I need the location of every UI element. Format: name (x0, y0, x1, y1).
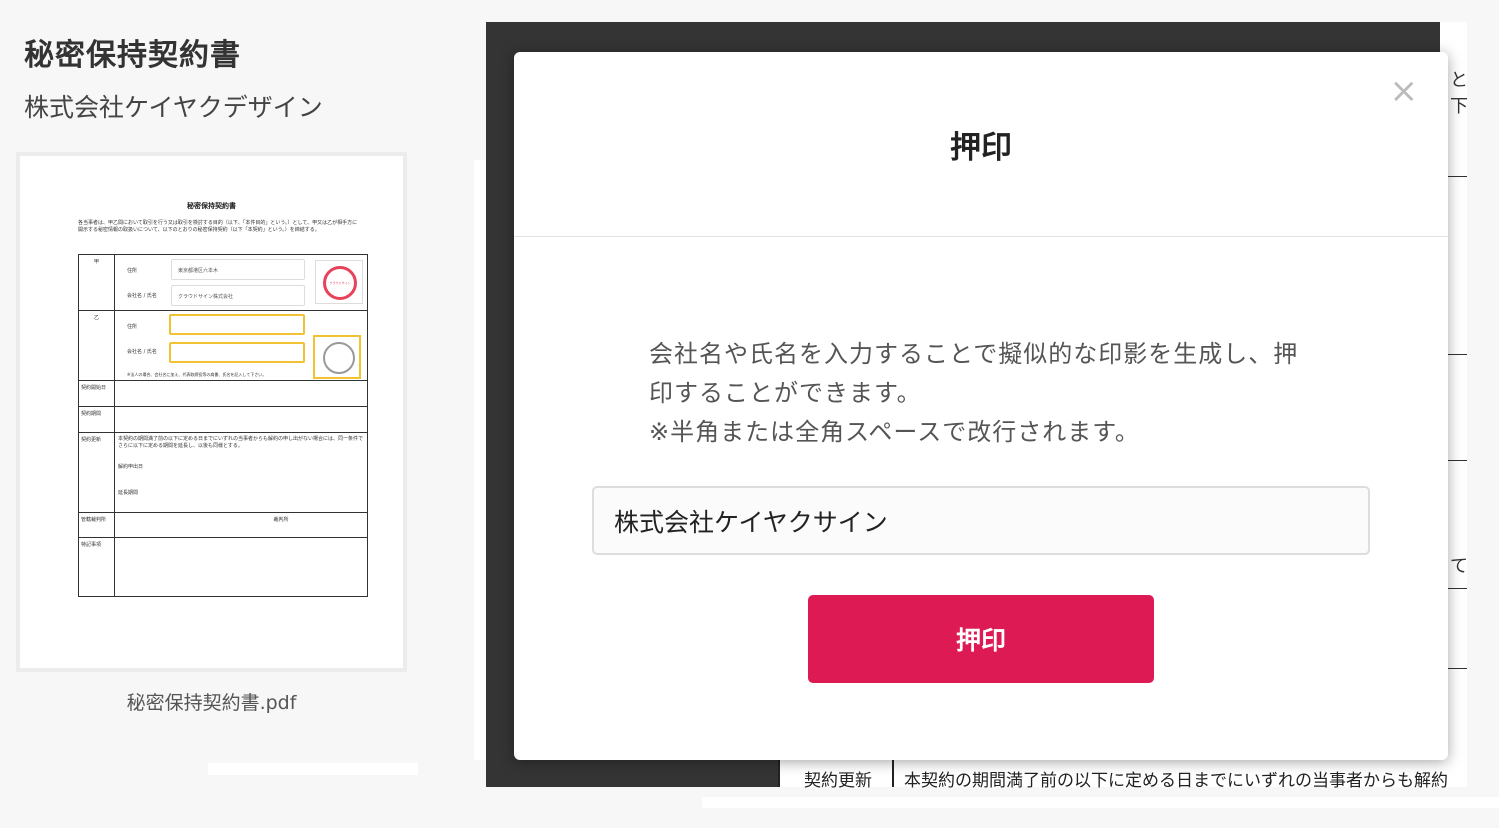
divider (702, 797, 1499, 808)
name-label: 会社名 / 氏名 (127, 293, 157, 299)
empty-seal-icon (323, 342, 355, 374)
party-a-address-field: 東京都港区六本木 (171, 259, 305, 280)
renewal-label: 契約更新 (79, 433, 115, 512)
term-label: 契約期間 (79, 407, 115, 432)
document-title: 秘密保持契約書 (24, 38, 241, 73)
court-suffix: 裁判所 (273, 517, 289, 523)
stamp-submit-button[interactable]: 押印 (808, 595, 1154, 683)
description-line: 印することができます。 (649, 379, 922, 407)
address-label: 住所 (127, 324, 138, 330)
divider (208, 763, 418, 775)
party-a-row: 甲 住所 会社名 / 氏名 東京都港区六本木 クラウドサイン株式会社 クラウドサ… (79, 255, 367, 311)
party-a-name-field: クラウドサイン株式会社 (171, 285, 305, 306)
term-row: 契約期間 (79, 407, 367, 433)
stamp-modal: × 押印 会社名や氏名を入力することで擬似的な印影を生成し、押 印することができ… (514, 52, 1448, 760)
divider (892, 760, 894, 787)
extend-label: 延長期間 (118, 490, 139, 496)
thumbnail-title: 秘密保持契約書 (187, 202, 236, 210)
description-note: ※半角または全角スペースで改行されます。 (649, 418, 1140, 446)
background-text: と (1450, 70, 1468, 91)
special-row: 特記事項 (79, 538, 367, 596)
thumbnail-intro: 各当事者は、甲乙間において取引を行う又は取引を検討する目的（以下、「本件目的」と… (78, 220, 358, 233)
court-label: 管轄裁判所 (79, 513, 115, 537)
divider (1448, 588, 1467, 589)
divider (1448, 354, 1467, 355)
renewal-text: 本契約の期間満了前の以下に定める日までにいずれの当事者からも解約の申し出がない場… (118, 436, 364, 449)
renewal-row: 契約更新 本契約の期間満了前の以下に定める日までにいずれの当事者からも解約の申し… (79, 433, 367, 513)
divider (1448, 460, 1467, 461)
name-label: 会社名 / 氏名 (127, 349, 157, 355)
close-icon[interactable]: × (1390, 74, 1419, 108)
thumbnail-filename[interactable]: 秘密保持契約書.pdf (16, 688, 407, 715)
thumbnail-table: 甲 住所 会社名 / 氏名 東京都港区六本木 クラウドサイン株式会社 クラウドサ… (78, 254, 368, 597)
start-date-label: 契約開始日 (79, 381, 115, 406)
party-b-note: ※法人の場合、会社名に加え、代表取締役等の肩書、氏名を記入して下さい。 (127, 372, 267, 377)
party-a-stamp-slot: クラウドサイン (315, 260, 363, 304)
party-b-name-field[interactable] (169, 342, 305, 363)
document-thumbnail[interactable]: 秘密保持契約書 各当事者は、甲乙間において取引を行う又は取引を検討する目的（以下… (16, 152, 407, 672)
background-text: て (1450, 556, 1468, 577)
modal-title: 押印 (950, 129, 1012, 166)
address-label: 住所 (127, 268, 138, 274)
party-b-stamp-slot[interactable] (313, 335, 361, 379)
party-b-label: 乙 (79, 311, 115, 380)
party-b-address-field[interactable] (169, 314, 305, 335)
special-label: 特記事項 (79, 538, 115, 596)
company-name: 株式会社ケイヤクデザイン (24, 93, 323, 122)
divider (474, 160, 486, 760)
party-b-row: 乙 住所 会社名 / 氏名 ※法人の場合、会社名に加え、代表取締役等の肩書、氏名… (79, 311, 367, 381)
modal-header: 押印 (514, 52, 1448, 237)
company-seal-icon: クラウドサイン (323, 266, 357, 300)
party-a-label: 甲 (79, 255, 115, 310)
cancel-label: 解約申出日 (118, 464, 144, 470)
background-row-text: 本契約の期間満了前の以下に定める日までにいずれの当事者からも解約 (904, 771, 1448, 791)
start-date-row: 契約開始日 (79, 381, 367, 407)
background-row-label: 契約更新 (804, 771, 872, 791)
court-row: 管轄裁判所 裁判所 (79, 513, 367, 538)
description-line: 会社名や氏名を入力することで擬似的な印影を生成し、押 (649, 340, 1299, 368)
modal-description: 会社名や氏名を入力することで擬似的な印影を生成し、押 印することができます。 ※… (649, 335, 1319, 452)
divider (1448, 176, 1467, 177)
background-text: 下 (1450, 96, 1468, 117)
divider (1448, 668, 1467, 669)
stamp-name-input[interactable] (592, 486, 1370, 555)
